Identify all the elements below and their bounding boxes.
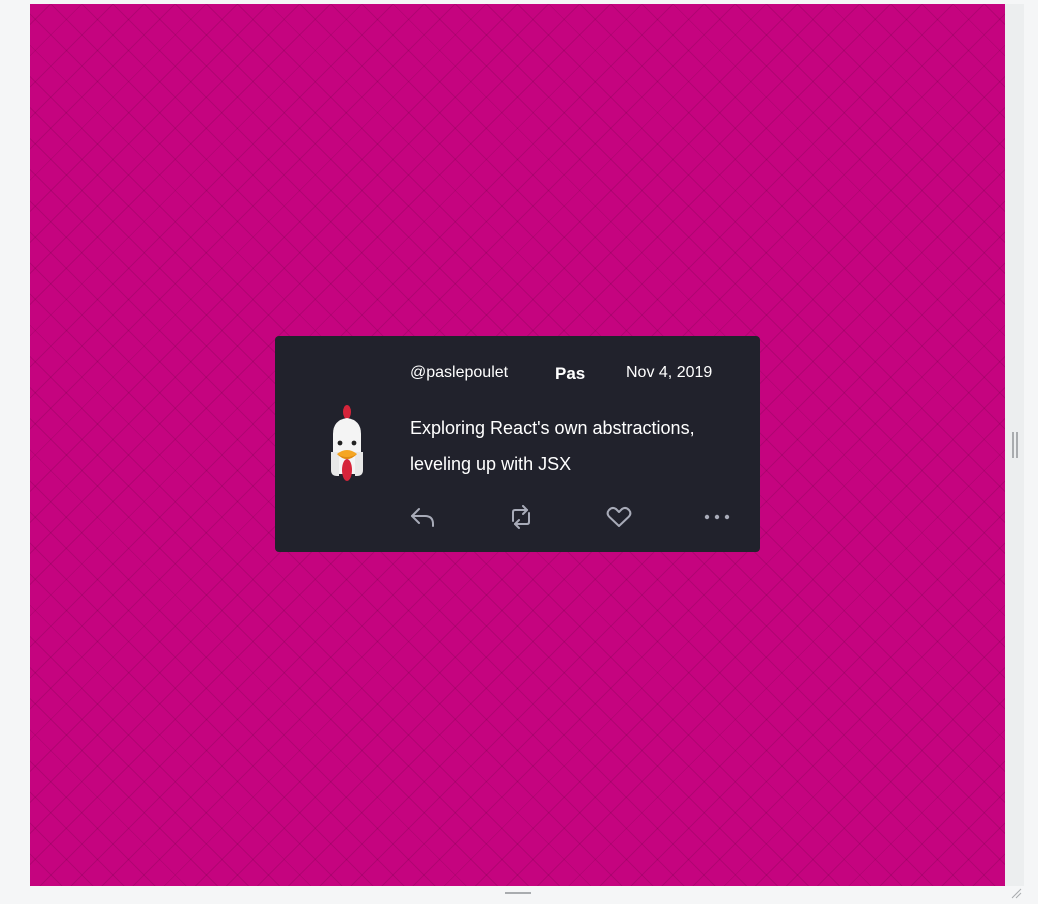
- like-button[interactable]: [604, 502, 634, 532]
- reply-icon: [411, 508, 434, 527]
- tweet-meta: @paslepoulet Pas Nov 4, 2019: [410, 364, 740, 388]
- tweet-date[interactable]: Nov 4, 2019: [626, 364, 712, 382]
- display-name[interactable]: Pas: [555, 364, 585, 384]
- chicken-icon: [319, 402, 375, 486]
- corner-resize-handle[interactable]: [1010, 886, 1022, 899]
- more-icon: [704, 514, 730, 520]
- more-button[interactable]: [702, 502, 732, 532]
- vertical-resize-handle[interactable]: [1012, 432, 1018, 458]
- tweet-text-line: leveling up with JSX: [410, 454, 572, 474]
- tweet-actions: [408, 502, 738, 532]
- user-handle[interactable]: @paslepoulet: [410, 364, 508, 382]
- retweet-icon: [512, 505, 530, 529]
- heart-icon: [606, 506, 632, 527]
- tweet-text-line: Exploring React's own abstractions,: [410, 418, 695, 438]
- tweet-card: @paslepoulet Pas Nov 4, 2019 Exploring R…: [275, 336, 760, 552]
- tweet-text: Exploring React's own abstractions, leve…: [410, 410, 730, 482]
- horizontal-resize-handle[interactable]: [505, 892, 531, 894]
- retweet-button[interactable]: [506, 502, 536, 532]
- reply-button[interactable]: [408, 502, 438, 532]
